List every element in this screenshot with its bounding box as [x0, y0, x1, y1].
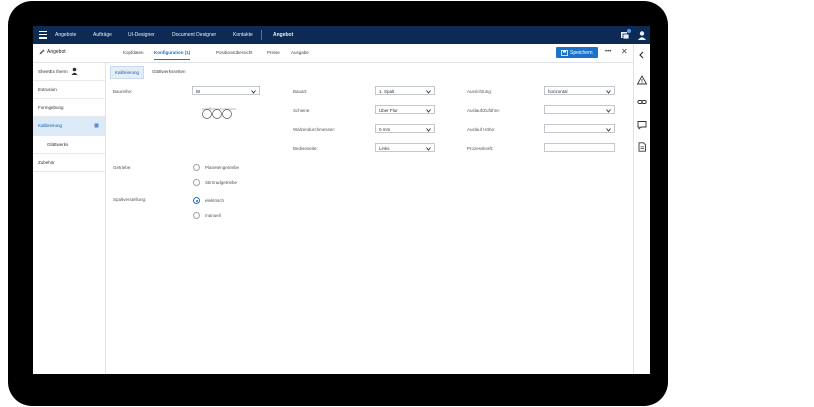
document-tabs-bar: Angebot Kopfdaten Konfiguration (1) Posi…: [33, 44, 650, 63]
chevron-down-icon: [606, 89, 611, 94]
bedienseite-label: Bedienseite:: [293, 146, 318, 151]
chevron-down-icon: [426, 108, 431, 113]
sidebar-item-zubehoer[interactable]: Zubehör: [33, 154, 105, 172]
save-button[interactable]: Speichern: [556, 47, 598, 58]
nav-current-angebot[interactable]: Angebot: [273, 32, 293, 38]
baureihe-value: BI: [196, 89, 201, 94]
baureihe-label: Baureihe:: [113, 89, 133, 94]
save-button-label: Speichern: [570, 50, 593, 56]
sidebar-item-label: Kalibrierung: [38, 123, 63, 128]
bedienseite-select[interactable]: Links: [375, 143, 435, 152]
top-nav-bar: Angebote Aufträge UI-Designer Document D…: [33, 26, 650, 44]
planetengetriebe-label: Planetengetriebe: [205, 165, 240, 170]
auslauf-zufuehre-label: Auslauf/Zuführe:: [467, 108, 501, 113]
stirnradgetriebe-label: Stirnradgetriebe: [205, 180, 238, 185]
auslauf-hoehe-label: Auslauf Höhe:: [467, 127, 496, 132]
schiene-value: Uber Flur: [379, 108, 398, 113]
stirnradgetriebe-radio[interactable]: [193, 179, 200, 186]
manuell-label: manuell: [205, 213, 221, 218]
save-icon: [561, 50, 568, 56]
sidebar-item-label: Zubehör: [38, 160, 55, 165]
tab-preise[interactable]: Preise: [267, 50, 280, 55]
sidebar-item-glaettwerks[interactable]: Glättwerks: [33, 136, 105, 154]
nav-angebote[interactable]: Angebote: [55, 32, 76, 38]
sidebar-item-label: Extrusion: [38, 87, 57, 92]
tablet-frame: Angebote Aufträge UI-Designer Document D…: [8, 1, 668, 406]
bauart-label: Bauart:: [293, 89, 308, 94]
ausrichtung-select[interactable]: horizontal: [544, 86, 615, 95]
chevron-down-icon: [606, 127, 611, 132]
bauart-value: 1. Spalt: [379, 89, 395, 94]
ausrichtung-label: Ausrichtung:: [467, 89, 493, 94]
chevron-left-icon[interactable]: [637, 50, 647, 60]
sidebar-item-label: Glättwerks: [47, 142, 69, 147]
sidebar-item-sheetex-therm[interactable]: SheetEx therm: [33, 63, 105, 81]
chevron-down-icon: [251, 89, 256, 94]
subtab-kalibrierung[interactable]: Kalibrierung: [110, 66, 145, 79]
auslauf-zufuehre-select[interactable]: [544, 105, 615, 114]
document-title[interactable]: Angebot: [47, 49, 66, 55]
pencil-icon: [39, 49, 45, 55]
prozesskraft-input[interactable]: [544, 143, 615, 152]
nav-separator: [261, 30, 262, 40]
sidebar-item-extrusion[interactable]: Extrusion: [33, 81, 105, 99]
calibration-rollers-diagram: [202, 107, 236, 119]
schiene-label: Schiene:: [293, 108, 311, 113]
chevron-down-icon: [606, 108, 611, 113]
person-icon: [71, 67, 78, 75]
elektrisch-radio[interactable]: [193, 197, 200, 204]
config-sidebar: SheetEx therm Extrusion Formgebung Kalib…: [33, 63, 106, 374]
sidebar-item-label: SheetEx therm: [38, 69, 68, 74]
more-options-icon[interactable]: •••: [605, 49, 611, 55]
menu-icon[interactable]: [39, 31, 47, 39]
manuell-radio[interactable]: [193, 212, 200, 219]
user-icon[interactable]: [637, 30, 647, 40]
ausrichtung-value: horizontal: [548, 89, 568, 94]
sidebar-item-formgebung[interactable]: Formgebung: [33, 99, 105, 117]
sidebar-item-kalibrierung[interactable]: Kalibrierung: [33, 117, 105, 136]
schiene-select[interactable]: Uber Flur: [375, 105, 435, 114]
edit-square-icon: [94, 123, 99, 128]
auslauf-hoehe-select[interactable]: [544, 124, 615, 133]
nav-auftraege[interactable]: Aufträge: [93, 32, 112, 38]
chevron-down-icon: [426, 127, 431, 132]
chevron-down-icon: [426, 146, 431, 151]
tab-kopfdaten[interactable]: Kopfdaten: [123, 50, 144, 55]
planetengetriebe-radio[interactable]: [193, 164, 200, 171]
chevron-down-icon: [426, 89, 431, 94]
notification-badge: [627, 29, 631, 33]
getriebe-label: Getriebe:: [113, 165, 132, 170]
walzendurchmesser-value: 0 mm: [379, 127, 391, 132]
comment-icon[interactable]: [637, 120, 647, 130]
subtab-glaettwerkssetten[interactable]: Glättwerkssetten: [148, 66, 190, 77]
bedienseite-value: Links: [379, 146, 390, 151]
walzendurchmesser-label: Walzendurchmesser:: [293, 127, 336, 132]
close-icon[interactable]: ✕: [621, 47, 628, 56]
app-screen: Angebote Aufträge UI-Designer Document D…: [33, 26, 650, 374]
document-icon[interactable]: [637, 142, 647, 152]
tab-positionsuebersicht[interactable]: Positionsübersicht: [216, 50, 253, 55]
warning-icon[interactable]: [637, 75, 647, 85]
nav-ui-designer[interactable]: UI-Designer: [128, 32, 155, 38]
bauart-select[interactable]: 1. Spalt: [375, 86, 435, 95]
tab-konfiguration[interactable]: Konfiguration (1): [154, 50, 191, 60]
tab-ausgabe[interactable]: Ausgabe: [291, 50, 309, 55]
sidebar-item-label: Formgebung: [38, 105, 64, 110]
elektrisch-label: elektrisch: [205, 198, 225, 203]
nav-document-designer[interactable]: Document Designer: [172, 32, 216, 38]
baureihe-select[interactable]: BI: [192, 86, 260, 95]
right-icon-bar: [633, 44, 650, 374]
walzendurchmesser-select[interactable]: 0 mm: [375, 124, 435, 133]
link-icon[interactable]: [637, 97, 647, 107]
nav-kontakte[interactable]: Kontakte: [233, 32, 253, 38]
spaltverstellung-label: Spaltverstellung:: [113, 197, 147, 202]
prozesskraft-label: Prozesskraft:: [467, 146, 494, 151]
